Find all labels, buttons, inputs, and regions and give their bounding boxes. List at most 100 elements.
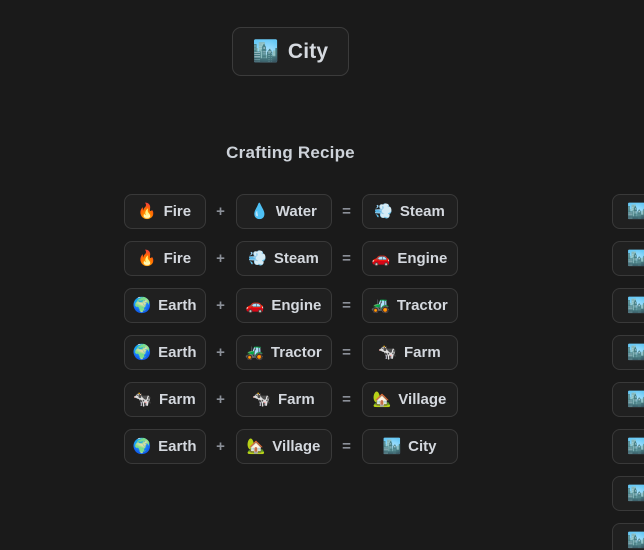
recipe-input-b-label: Steam (273, 250, 319, 267)
fire-icon: 🔥 (137, 203, 157, 220)
recipe-input-a-label: Fire (163, 250, 192, 267)
side-item-chip[interactable]: 🏙️City (612, 241, 644, 276)
cow-icon: 🐄 (378, 344, 397, 361)
city-icon: 🏙️ (627, 297, 644, 314)
equals-operator: = (342, 438, 351, 455)
side-item-chip[interactable]: 🏙️City (612, 429, 644, 464)
tractor-icon: 🚜 (371, 297, 390, 314)
recipe-row: 🌍 Earth + 🚜 Tractor = 🐄 Farm (0, 329, 581, 376)
plus-operator: + (216, 250, 225, 267)
equals-operator: = (342, 344, 351, 361)
tractor-icon: 🚜 (245, 344, 264, 361)
side-item-chip[interactable]: 🏙️City (612, 523, 644, 550)
recipe-result-label: Village (398, 391, 447, 408)
recipe-row: 🌍 Earth + 🚗 Engine = 🚜 Tractor (0, 282, 581, 329)
equals-operator: = (342, 203, 351, 220)
recipe-result[interactable]: 💨 Steam (361, 194, 458, 229)
recipe-input-b-label: Water (275, 203, 317, 220)
car-icon: 🚗 (371, 250, 391, 267)
side-item-chip[interactable]: 🏙️City (612, 335, 644, 370)
earth-globe-icon: 🌍 (132, 297, 152, 314)
recipe-input-a[interactable]: 🌍 Earth (123, 335, 206, 370)
house-icon: 🏡 (246, 438, 266, 455)
earth-globe-icon: 🌍 (132, 438, 152, 455)
equals-operator: = (342, 297, 351, 314)
equals-operator: = (342, 391, 351, 408)
side-item-chip[interactable]: 🏙️City (612, 382, 644, 417)
recipe-input-b-label: Tractor (270, 344, 322, 361)
recipe-result-label: Steam (399, 203, 445, 220)
recipe-row: 🔥 Fire + 💨 Steam = 🚗 Engine (0, 235, 581, 282)
recipe-result-label: City (408, 438, 437, 455)
recipe-result[interactable]: 🏡 Village (361, 382, 458, 417)
side-item-chip[interactable]: 🏙️City (612, 288, 644, 323)
city-icon: 🏙️ (627, 344, 644, 361)
recipe-row: 🐄 Farm + 🐄 Farm = 🏡 Village (0, 376, 581, 423)
side-item-row: 🏙️City (612, 376, 644, 423)
recipe-result-label: Tractor (396, 297, 448, 314)
recipe-input-b-label: Village (272, 438, 321, 455)
water-drop-icon: 💧 (250, 203, 269, 220)
recipe-row: 🌍 Earth + 🏡 Village = 🏙️ City (0, 423, 581, 470)
equals-operator: = (342, 250, 351, 267)
side-item-row: 🏙️City (612, 235, 644, 282)
recipe-result[interactable]: 🏙️ City (361, 429, 458, 464)
recipe-input-b[interactable]: 🚜 Tractor (235, 335, 332, 370)
fire-icon: 🔥 (137, 250, 157, 267)
recipe-result[interactable]: 🚜 Tractor (361, 288, 458, 323)
recipe-row: 🔥 Fire + 💧 Water = 💨 Steam (0, 188, 581, 235)
selected-item-label: City (287, 40, 329, 63)
recipe-input-a-label: Earth (158, 297, 197, 314)
recipe-result[interactable]: 🚗 Engine (361, 241, 458, 276)
steam-icon: 💨 (374, 203, 393, 220)
recipe-input-a[interactable]: 🌍 Earth (123, 429, 206, 464)
selected-item-area: 🏙️ City (0, 27, 581, 76)
crafting-screen: 🏙️ City Crafting Recipe 🔥 Fire + 💧 Water = 💨 St… (0, 0, 644, 550)
house-icon: 🏡 (372, 391, 392, 408)
cow-icon: 🐄 (252, 391, 271, 408)
recipe-input-b-label: Engine (271, 297, 322, 314)
side-item-row: 🏙️City (612, 470, 644, 517)
recipe-input-a[interactable]: 🐄 Farm (123, 382, 206, 417)
city-icon: 🏙️ (627, 391, 644, 408)
side-item-row: 🏙️City (612, 282, 644, 329)
recipe-input-b[interactable]: 💨 Steam (235, 241, 332, 276)
plus-operator: + (216, 391, 225, 408)
side-item-row: 🏙️City (612, 329, 644, 376)
recipe-input-b[interactable]: 🏡 Village (235, 429, 332, 464)
recipe-input-b[interactable]: 🚗 Engine (235, 288, 332, 323)
plus-operator: + (216, 203, 225, 220)
recipe-input-a-label: Earth (158, 344, 197, 361)
city-icon: 🏙️ (627, 532, 644, 549)
recipe-input-b[interactable]: 🐄 Farm (235, 382, 332, 417)
recipe-input-a[interactable]: 🔥 Fire (123, 241, 206, 276)
city-icon: 🏙️ (252, 40, 279, 63)
recipe-result-label: Engine (397, 250, 448, 267)
city-icon: 🏙️ (627, 438, 644, 455)
side-item-chip[interactable]: 🏙️City (612, 476, 644, 511)
recipe-input-a-label: Farm (159, 391, 196, 408)
plus-operator: + (216, 344, 225, 361)
steam-icon: 💨 (248, 250, 267, 267)
city-icon: 🏙️ (627, 485, 644, 502)
plus-operator: + (216, 297, 225, 314)
side-item-row: 🏙️City (612, 423, 644, 470)
recipe-result-label: Farm (404, 344, 441, 361)
earth-globe-icon: 🌍 (132, 344, 152, 361)
recipe-result[interactable]: 🐄 Farm (361, 335, 458, 370)
recipe-input-b[interactable]: 💧 Water (235, 194, 332, 229)
side-item-column: 🏙️City 🏙️City 🏙️City 🏙️City 🏙️City 🏙️City 🏙️Ci… (612, 188, 644, 550)
recipe-input-a[interactable]: 🔥 Fire (123, 194, 206, 229)
side-item-row: 🏙️City (612, 517, 644, 550)
selected-item-chip[interactable]: 🏙️ City (231, 27, 350, 76)
car-icon: 🚗 (245, 297, 265, 314)
city-icon: 🏙️ (382, 438, 402, 455)
recipe-input-a[interactable]: 🌍 Earth (123, 288, 206, 323)
city-icon: 🏙️ (627, 250, 644, 267)
crafting-recipe-title: Crafting Recipe (226, 143, 355, 162)
side-item-chip[interactable]: 🏙️City (612, 194, 644, 229)
recipe-input-b-label: Farm (278, 391, 315, 408)
side-item-row: 🏙️City (612, 188, 644, 235)
plus-operator: + (216, 438, 225, 455)
recipe-input-a-label: Earth (158, 438, 197, 455)
